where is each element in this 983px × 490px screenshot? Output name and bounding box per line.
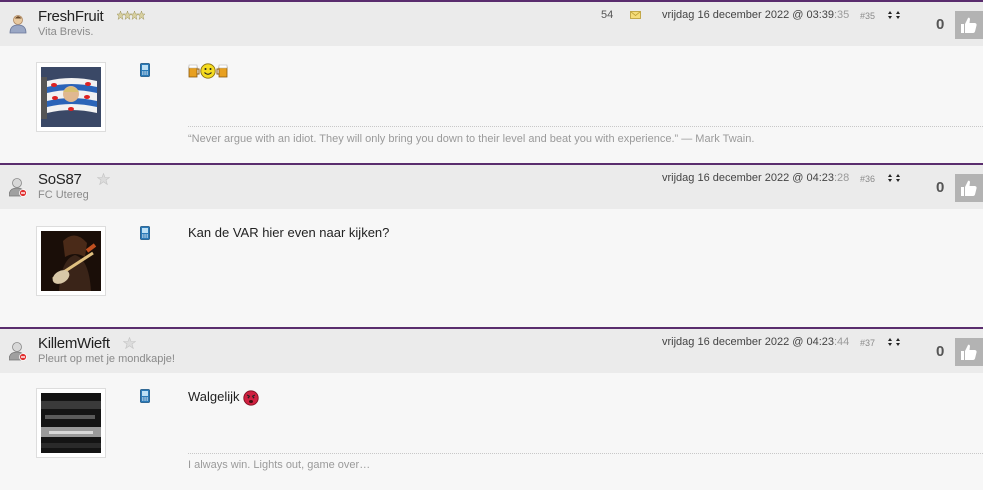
post-body: Walgelijk I always win. Lights out, game… bbox=[0, 373, 983, 490]
star-icon bbox=[123, 337, 136, 349]
post-35: FreshFruit 54 vrijdag 16 december 2022 @… bbox=[0, 0, 983, 163]
post-body: Kan de VAR hier even naar kijken? bbox=[0, 209, 983, 327]
post-date: vrijdag 16 december 2022 @ 04:23:44 bbox=[662, 336, 850, 348]
user-title: Vita Brevis. bbox=[38, 26, 94, 38]
thumbs-up-button[interactable] bbox=[955, 338, 983, 366]
post-date: vrijdag 16 december 2022 @ 03:39:35 bbox=[662, 9, 850, 21]
username[interactable]: KillemWieft bbox=[38, 335, 110, 352]
star-icon bbox=[97, 173, 110, 185]
post-body: “Never argue with an idiot. They will on… bbox=[0, 46, 983, 163]
thumbs-up-icon bbox=[961, 17, 977, 33]
mobile-phone-icon bbox=[140, 226, 150, 240]
post-date: vrijdag 16 december 2022 @ 04:23:28 bbox=[662, 172, 850, 184]
user-blocked-icon bbox=[9, 342, 27, 361]
username[interactable]: FreshFruit bbox=[38, 8, 104, 25]
post-seconds: :44 bbox=[834, 336, 850, 348]
avatar[interactable] bbox=[36, 62, 106, 132]
mail-icon[interactable] bbox=[630, 11, 641, 19]
thumbs-up-button[interactable] bbox=[955, 174, 983, 202]
post-number[interactable]: #36 bbox=[860, 174, 875, 184]
up-down-arrows-icon[interactable] bbox=[886, 10, 902, 20]
post-message: Walgelijk bbox=[188, 389, 259, 406]
post-header: KillemWieft Pleurt op met je mondkapje! … bbox=[0, 329, 983, 373]
angry-smiley-icon bbox=[243, 389, 259, 406]
post-seconds: :28 bbox=[834, 172, 850, 184]
mobile-phone-icon bbox=[140, 389, 150, 403]
beer-icon bbox=[188, 64, 200, 77]
message-count[interactable]: 54 bbox=[601, 9, 613, 21]
score: 0 bbox=[936, 16, 945, 33]
user-title: Pleurt op met je mondkapje! bbox=[38, 353, 175, 365]
post-37: KillemWieft Pleurt op met je mondkapje! … bbox=[0, 327, 983, 490]
guitarist-avatar bbox=[41, 231, 101, 291]
thumbs-up-button[interactable] bbox=[955, 11, 983, 39]
beer-icon bbox=[216, 64, 228, 77]
post-message bbox=[188, 62, 228, 79]
signature-divider bbox=[188, 126, 983, 127]
score: 0 bbox=[936, 343, 945, 360]
post-seconds: :35 bbox=[834, 9, 850, 21]
smiley-icon bbox=[200, 62, 216, 79]
post-36: SoS87 vrijdag 16 december 2022 @ 04:23:2… bbox=[0, 163, 983, 327]
frisian-flag-avatar bbox=[41, 67, 101, 127]
avatar[interactable] bbox=[36, 226, 106, 296]
post-message-text: Walgelijk bbox=[188, 389, 240, 404]
thumbs-up-icon bbox=[961, 180, 977, 196]
username[interactable]: SoS87 bbox=[38, 171, 82, 188]
four-stars-icon bbox=[117, 10, 145, 21]
thumbs-up-icon bbox=[961, 344, 977, 360]
signature: “Never argue with an idiot. They will on… bbox=[188, 133, 755, 145]
post-header: SoS87 vrijdag 16 december 2022 @ 04:23:2… bbox=[0, 165, 983, 209]
signature-divider bbox=[188, 453, 983, 454]
mobile-phone-icon bbox=[140, 63, 150, 77]
avatar[interactable] bbox=[36, 388, 106, 458]
post-number[interactable]: #37 bbox=[860, 338, 875, 348]
user-blocked-icon bbox=[9, 178, 27, 197]
up-down-arrows-icon[interactable] bbox=[886, 337, 902, 347]
user-title: FC Utereg bbox=[38, 189, 89, 201]
post-header: FreshFruit 54 vrijdag 16 december 2022 @… bbox=[0, 2, 983, 46]
signature: I always win. Lights out, game over… bbox=[188, 459, 371, 471]
post-number[interactable]: #35 bbox=[860, 11, 875, 21]
post-message: Kan de VAR hier even naar kijken? bbox=[188, 225, 390, 240]
up-down-arrows-icon[interactable] bbox=[886, 173, 902, 183]
score: 0 bbox=[936, 179, 945, 196]
blurred-avatar bbox=[41, 393, 101, 453]
user-icon bbox=[9, 15, 27, 34]
